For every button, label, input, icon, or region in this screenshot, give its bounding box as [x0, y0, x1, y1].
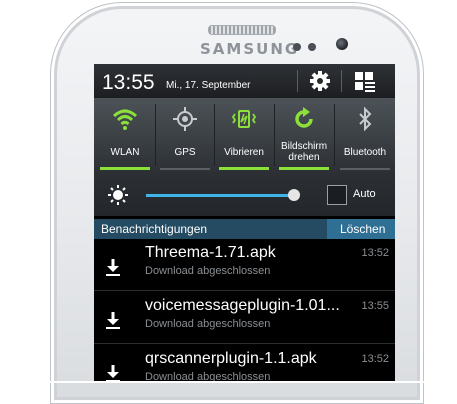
toggle-vibrate[interactable]: Vibrieren — [215, 98, 273, 172]
notification-subtitle: Download abgeschlossen — [145, 265, 271, 277]
screen: 13:55 Mi., 17. September WLAN GPS Vibrie… — [94, 64, 395, 383]
toggle-label: WLAN — [110, 147, 140, 158]
clear-label: Löschen — [340, 222, 386, 236]
toggle-indicator — [279, 167, 329, 170]
vibrate-icon — [231, 106, 257, 132]
toggle-wlan[interactable]: WLAN — [96, 98, 154, 172]
divider — [334, 104, 335, 166]
gps-icon — [172, 106, 198, 132]
notification-time: 13:55 — [361, 300, 389, 312]
divider — [297, 70, 298, 92]
notification-time: 13:52 — [361, 353, 389, 365]
brightness-row: Auto — [94, 172, 395, 216]
toggle-label: GPS — [174, 147, 196, 158]
brightness-slider-handle[interactable] — [288, 189, 301, 201]
notification-item[interactable]: Threema-1.71.apk Download abgeschlossen … — [94, 241, 395, 289]
notifications-title: Benachrichtigungen — [101, 222, 208, 236]
toggle-bluetooth[interactable]: Bluetooth — [336, 98, 394, 172]
divider — [94, 343, 395, 344]
notification-item[interactable]: voicemessageplugin-1.01... Download abge… — [94, 294, 395, 342]
download-icon — [105, 258, 121, 276]
notification-statusbar: 13:55 Mi., 17. September — [94, 64, 395, 98]
notification-subtitle: Download abgeschlossen — [145, 318, 271, 330]
toggle-indicator — [100, 167, 150, 170]
toggle-indicator — [340, 168, 390, 170]
download-icon — [105, 364, 121, 382]
light-sensor — [308, 43, 316, 51]
divider — [341, 70, 342, 92]
grid-list-icon[interactable] — [353, 70, 377, 92]
clock: 13:55 — [102, 71, 155, 94]
clear-notifications-button[interactable]: Löschen — [327, 219, 395, 239]
notification-time: 13:52 — [361, 247, 389, 259]
notification-title: voicemessageplugin-1.01... — [145, 297, 340, 314]
auto-brightness-checkbox[interactable] — [327, 185, 347, 205]
wifi-icon — [112, 106, 138, 132]
notifications-header: Benachrichtigungen Löschen — [94, 219, 395, 239]
toggle-gps[interactable]: GPS — [156, 98, 214, 172]
toggle-indicator — [160, 168, 210, 170]
rotate-icon — [291, 106, 317, 132]
brightness-slider-track[interactable] — [146, 194, 295, 197]
notification-title: qrscannerplugin-1.1.apk — [145, 350, 317, 367]
proximity-sensor — [293, 43, 301, 51]
notification-title: Threema-1.71.apk — [145, 244, 276, 261]
divider — [94, 290, 395, 291]
bluetooth-icon — [352, 106, 378, 132]
toggle-label: Bluetooth — [343, 147, 387, 158]
date-label: Mi., 17. September — [166, 80, 251, 91]
download-icon — [105, 311, 121, 329]
brand-logo: SAMSUNG — [200, 40, 300, 58]
gear-icon[interactable] — [308, 70, 332, 92]
toggle-indicator — [219, 167, 269, 170]
brightness-icon — [108, 185, 128, 205]
quick-settings-panel: WLAN GPS Vibrieren Bildschirm drehen Blu… — [94, 98, 395, 172]
auto-brightness-label: Auto — [353, 188, 376, 200]
front-camera — [336, 38, 348, 50]
notification-item[interactable]: qrscannerplugin-1.1.apk Download abgesch… — [94, 347, 395, 383]
toggle-rotate[interactable]: Bildschirm drehen — [275, 98, 333, 172]
toggle-label: Bildschirm drehen — [280, 141, 328, 163]
toggle-label: Vibrieren — [224, 147, 264, 158]
earpiece-speaker — [208, 25, 276, 35]
